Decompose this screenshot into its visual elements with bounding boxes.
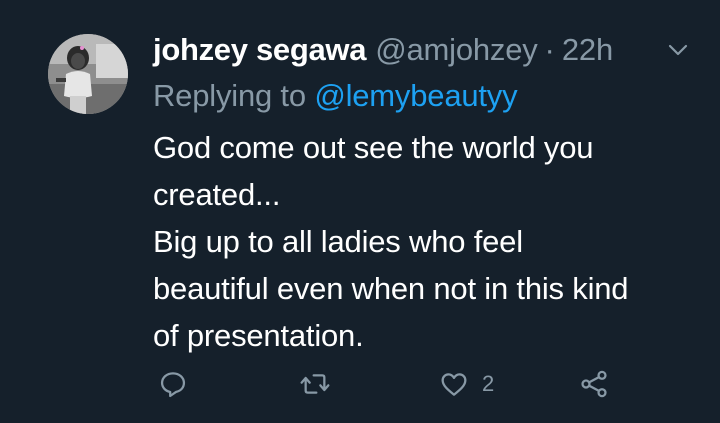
reply-icon bbox=[160, 372, 186, 398]
share-button[interactable] bbox=[578, 364, 610, 404]
avatar-photo bbox=[48, 34, 128, 114]
share-icon bbox=[581, 370, 607, 398]
tweet[interactable]: johzey segawa @amjohzey · 22h Replying t… bbox=[0, 0, 720, 423]
heart-icon bbox=[441, 373, 467, 396]
like-count: 2 bbox=[482, 371, 495, 396]
tweet-text-line: God come out see the world you bbox=[153, 130, 594, 165]
retweet-button[interactable] bbox=[298, 364, 332, 404]
timestamp[interactable]: 22h bbox=[562, 30, 613, 70]
chevron-down-icon[interactable] bbox=[666, 40, 690, 60]
tweet-text-line: Big up to all ladies who feel bbox=[153, 224, 523, 259]
replying-to: Replying to @lemybeautyy bbox=[153, 76, 518, 116]
action-bar: 2 bbox=[0, 362, 720, 406]
replying-to-label: Replying to bbox=[153, 78, 315, 113]
tweet-text-line: beautiful even when not in this kind bbox=[153, 271, 629, 306]
retweet-icon bbox=[300, 374, 330, 394]
display-name[interactable]: johzey segawa bbox=[153, 30, 367, 70]
tweet-text-line: of presentation. bbox=[153, 318, 364, 353]
reply-button[interactable] bbox=[157, 364, 189, 404]
tweet-header: johzey segawa @amjohzey · 22h bbox=[153, 30, 613, 70]
replying-to-mention[interactable]: @lemybeautyy bbox=[314, 78, 517, 113]
tweet-text-line: created... bbox=[153, 177, 281, 212]
like-button[interactable]: 2 bbox=[438, 364, 494, 404]
tweet-text: God come out see the world you created..… bbox=[153, 124, 708, 359]
avatar[interactable] bbox=[48, 34, 128, 114]
user-handle[interactable]: @amjohzey bbox=[375, 30, 538, 70]
separator-dot: · bbox=[544, 32, 555, 67]
